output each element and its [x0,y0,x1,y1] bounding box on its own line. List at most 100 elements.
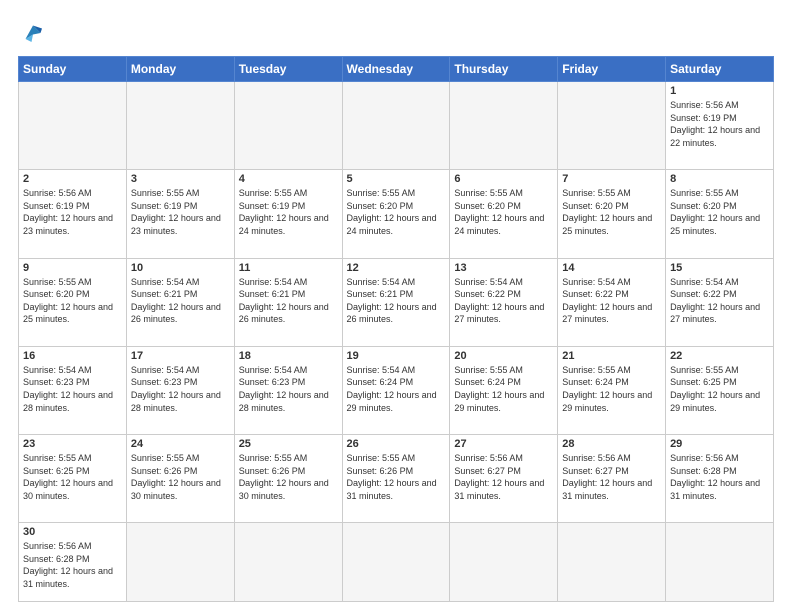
day-cell: 8Sunrise: 5:55 AM Sunset: 6:20 PM Daylig… [666,170,774,258]
day-cell: 11 Sunrise: 5:54 AM Sunset: 6:21 PM Dayli… [234,258,342,346]
day-cell: 4 Sunrise: 5:55 AM Sunset: 6:19 PM Daylig… [234,170,342,258]
day-number: 18 [239,350,338,362]
day-cell: 21Sunrise: 5:55 AM Sunset: 6:24 PM Dayli… [558,346,666,434]
day-number: 28 [562,438,661,450]
day-number: 7 [562,173,661,185]
day-cell: 5 Sunrise: 5:55 AM Sunset: 6:20 PM Daylig… [342,170,450,258]
week-row-6: 30 Sunrise: 5:56 AM Sunset: 6:28 PM Dayli… [19,523,774,602]
day-cell [342,523,450,602]
week-row-2: 2 Sunrise: 5:56 AM Sunset: 6:19 PM Daylig… [19,170,774,258]
day-cell: 25 Sunrise: 5:55 AM Sunset: 6:26 PM Dayli… [234,435,342,523]
day-number: 9 [23,262,122,274]
day-info: Sunrise: 5:54 AM Sunset: 6:24 PM Dayligh… [347,364,446,414]
day-number: 10 [131,262,230,274]
day-cell: 10 Sunrise: 5:54 AM Sunset: 6:21 PM Dayli… [126,258,234,346]
week-row-5: 23 Sunrise: 5:55 AM Sunset: 6:25 PM Dayli… [19,435,774,523]
day-cell: 28 Sunrise: 5:56 AM Sunset: 6:27 PM Dayli… [558,435,666,523]
day-cell: 29Sunrise: 5:56 AM Sunset: 6:28 PM Dayli… [666,435,774,523]
day-cell: 7 Sunrise: 5:55 AM Sunset: 6:20 PM Daylig… [558,170,666,258]
day-info: Sunrise: 5:54 AM Sunset: 6:23 PM Dayligh… [239,364,338,414]
day-info: Sunrise: 5:54 AM Sunset: 6:22 PM Dayligh… [670,276,769,326]
day-cell: 17 Sunrise: 5:54 AM Sunset: 6:23 PM Dayli… [126,346,234,434]
day-info: Sunrise: 5:55 AM Sunset: 6:20 PM Dayligh… [562,187,661,237]
day-number: 25 [239,438,338,450]
day-info: Sunrise: 5:55 AM Sunset: 6:24 PM Dayligh… [454,364,553,414]
day-info: Sunrise: 5:54 AM Sunset: 6:21 PM Dayligh… [347,276,446,326]
day-cell: 22 Sunrise: 5:55 AM Sunset: 6:25 PM Dayli… [666,346,774,434]
day-number: 6 [454,173,553,185]
day-info: Sunrise: 5:54 AM Sunset: 6:21 PM Dayligh… [239,276,338,326]
day-info: Sunrise: 5:55 AM Sunset: 6:20 PM Dayligh… [670,187,769,237]
day-cell [19,82,127,170]
week-row-3: 9 Sunrise: 5:55 AM Sunset: 6:20 PM Daylig… [19,258,774,346]
day-number: 4 [239,173,338,185]
day-info: Sunrise: 5:55 AM Sunset: 6:26 PM Dayligh… [347,452,446,502]
day-number: 15 [670,262,769,274]
page: SundayMondayTuesdayWednesdayThursdayFrid… [0,0,792,612]
weekday-tuesday: Tuesday [234,57,342,82]
day-cell [234,82,342,170]
day-info: Sunrise: 5:56 AM Sunset: 6:19 PM Dayligh… [670,99,769,149]
day-number: 3 [131,173,230,185]
day-cell: 30 Sunrise: 5:56 AM Sunset: 6:28 PM Dayli… [19,523,127,602]
day-cell: 18 Sunrise: 5:54 AM Sunset: 6:23 PM Dayli… [234,346,342,434]
week-row-4: 16 Sunrise: 5:54 AM Sunset: 6:23 PM Dayli… [19,346,774,434]
day-info: Sunrise: 5:55 AM Sunset: 6:24 PM Dayligh… [562,364,661,414]
day-number: 17 [131,350,230,362]
day-info: Sunrise: 5:55 AM Sunset: 6:19 PM Dayligh… [239,187,338,237]
day-number: 20 [454,350,553,362]
weekday-monday: Monday [126,57,234,82]
day-cell: 26 Sunrise: 5:55 AM Sunset: 6:26 PM Dayli… [342,435,450,523]
day-cell: 12 Sunrise: 5:54 AM Sunset: 6:21 PM Dayli… [342,258,450,346]
weekday-row: SundayMondayTuesdayWednesdayThursdayFrid… [19,57,774,82]
weekday-thursday: Thursday [450,57,558,82]
day-number: 5 [347,173,446,185]
day-cell: 6 Sunrise: 5:55 AM Sunset: 6:20 PM Daylig… [450,170,558,258]
day-number: 2 [23,173,122,185]
day-cell [450,523,558,602]
day-number: 24 [131,438,230,450]
day-number: 30 [23,526,122,538]
weekday-saturday: Saturday [666,57,774,82]
day-info: Sunrise: 5:56 AM Sunset: 6:19 PM Dayligh… [23,187,122,237]
day-number: 1 [670,85,769,97]
day-cell: 16 Sunrise: 5:54 AM Sunset: 6:23 PM Dayli… [19,346,127,434]
day-info: Sunrise: 5:55 AM Sunset: 6:20 PM Dayligh… [347,187,446,237]
day-info: Sunrise: 5:55 AM Sunset: 6:25 PM Dayligh… [23,452,122,502]
day-cell: 23 Sunrise: 5:55 AM Sunset: 6:25 PM Dayli… [19,435,127,523]
day-cell [666,523,774,602]
day-info: Sunrise: 5:55 AM Sunset: 6:20 PM Dayligh… [454,187,553,237]
day-info: Sunrise: 5:56 AM Sunset: 6:27 PM Dayligh… [562,452,661,502]
calendar-header: SundayMondayTuesdayWednesdayThursdayFrid… [19,57,774,82]
day-info: Sunrise: 5:55 AM Sunset: 6:26 PM Dayligh… [239,452,338,502]
day-number: 22 [670,350,769,362]
day-info: Sunrise: 5:56 AM Sunset: 6:27 PM Dayligh… [454,452,553,502]
day-number: 23 [23,438,122,450]
day-number: 12 [347,262,446,274]
day-cell [450,82,558,170]
day-number: 13 [454,262,553,274]
day-info: Sunrise: 5:55 AM Sunset: 6:20 PM Dayligh… [23,276,122,326]
weekday-sunday: Sunday [19,57,127,82]
day-info: Sunrise: 5:56 AM Sunset: 6:28 PM Dayligh… [23,540,122,590]
day-info: Sunrise: 5:55 AM Sunset: 6:25 PM Dayligh… [670,364,769,414]
day-info: Sunrise: 5:54 AM Sunset: 6:23 PM Dayligh… [131,364,230,414]
day-cell: 3Sunrise: 5:55 AM Sunset: 6:19 PM Daylig… [126,170,234,258]
day-number: 11 [239,262,338,274]
calendar-body: 1 Sunrise: 5:56 AM Sunset: 6:19 PM Daylig… [19,82,774,602]
day-info: Sunrise: 5:54 AM Sunset: 6:21 PM Dayligh… [131,276,230,326]
day-cell: 9 Sunrise: 5:55 AM Sunset: 6:20 PM Daylig… [19,258,127,346]
day-number: 14 [562,262,661,274]
day-cell: 19Sunrise: 5:54 AM Sunset: 6:24 PM Dayli… [342,346,450,434]
day-info: Sunrise: 5:54 AM Sunset: 6:23 PM Dayligh… [23,364,122,414]
day-info: Sunrise: 5:54 AM Sunset: 6:22 PM Dayligh… [562,276,661,326]
day-number: 16 [23,350,122,362]
day-number: 26 [347,438,446,450]
day-cell [558,523,666,602]
day-cell: 13Sunrise: 5:54 AM Sunset: 6:22 PM Dayli… [450,258,558,346]
header [18,18,774,48]
day-cell: 20 Sunrise: 5:55 AM Sunset: 6:24 PM Dayli… [450,346,558,434]
day-cell: 15 Sunrise: 5:54 AM Sunset: 6:22 PM Dayli… [666,258,774,346]
day-cell [342,82,450,170]
day-cell: 27Sunrise: 5:56 AM Sunset: 6:27 PM Dayli… [450,435,558,523]
